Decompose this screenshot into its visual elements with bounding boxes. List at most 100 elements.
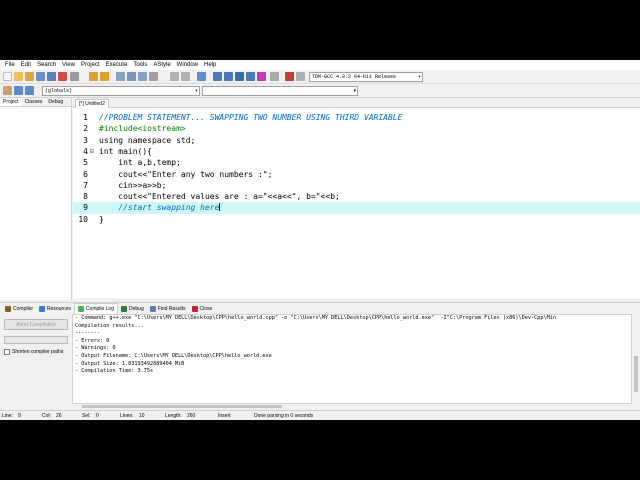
code-text: cout<<"Enter any two numbers :";: [99, 169, 273, 179]
log-line: - Output Filename: C:\Users\MY DELL\Desk…: [75, 352, 272, 359]
fold-toggle-icon[interactable]: ⊟: [90, 146, 94, 157]
menu-project[interactable]: Project: [78, 60, 103, 70]
code-line[interactable]: 4 ⊟ int main(){: [73, 146, 640, 157]
goto-icon[interactable]: [149, 72, 158, 81]
menu-search[interactable]: Search: [34, 60, 59, 70]
line-number: 3: [83, 135, 88, 145]
compile-progress-bar: [4, 336, 68, 344]
member-select[interactable]: ▾: [202, 86, 358, 96]
close-icon: [191, 305, 198, 312]
insert-icon[interactable]: [3, 86, 12, 95]
back-icon[interactable]: [170, 72, 179, 81]
menu-edit[interactable]: Edit: [18, 60, 34, 70]
save-all-icon[interactable]: [47, 72, 56, 81]
tab-resources[interactable]: Resources: [36, 303, 74, 314]
find-next-icon[interactable]: [138, 72, 147, 81]
debug-run-icon[interactable]: [296, 72, 305, 81]
run-icon[interactable]: [224, 72, 233, 81]
menu-tools[interactable]: Tools: [130, 60, 150, 70]
menu-bar: File Edit Search View Project Execute Tools ASt…: [0, 60, 640, 70]
profile-icon[interactable]: [285, 72, 294, 81]
open-folder-icon[interactable]: [14, 72, 23, 81]
save-icon[interactable]: [36, 72, 45, 81]
tab-label: Find Results: [157, 305, 186, 312]
redo-icon[interactable]: [100, 72, 109, 81]
log-line: Compilation results...: [75, 322, 144, 329]
compile-log-icon: [77, 306, 84, 312]
tab-classes[interactable]: Classes: [22, 98, 46, 106]
tab-find-results[interactable]: Find Results: [147, 303, 189, 314]
tab-debug[interactable]: Debug: [45, 98, 66, 106]
abort-compilation-button[interactable]: Abort Compilation: [4, 319, 68, 330]
code-text: //PROBLEM STATEMENT... SWAPPING TWO NUMB…: [99, 113, 403, 122]
bottom-panel-tabs: Compiler Resources Compile Log Debug Find Re…: [0, 302, 640, 314]
code-line[interactable]: 9 //start swapping here: [73, 202, 640, 214]
code-line[interactable]: 2 #include<iostream>: [73, 123, 640, 134]
tab-project[interactable]: Project: [0, 98, 22, 106]
log-horizontal-scrollbar[interactable]: [72, 404, 632, 409]
check-syntax-icon[interactable]: [257, 72, 266, 81]
menu-execute[interactable]: Execute: [103, 60, 131, 70]
close-file-icon[interactable]: [58, 72, 67, 81]
forward-icon[interactable]: [181, 72, 190, 81]
tab-close[interactable]: Close: [189, 303, 216, 314]
tab-label: Close: [199, 305, 213, 312]
log-vertical-scroll-thumb[interactable]: [634, 356, 638, 392]
text-cursor: [219, 203, 221, 212]
code-line[interactable]: 5 int a,b,temp;: [73, 157, 640, 168]
compile-log-output[interactable]: - Command: g++.exe "C:\Users\MY DELL\Des…: [72, 314, 632, 404]
log-horizontal-scroll-thumb[interactable]: [82, 405, 282, 408]
code-line[interactable]: 8 cout<<"Entered values are : a="<<a<<",…: [73, 191, 640, 202]
line-number: 4: [83, 146, 88, 156]
menu-file[interactable]: File: [2, 60, 18, 70]
class-browser-select[interactable]: (globals) ▾: [42, 86, 200, 96]
compile-icon[interactable]: [213, 72, 222, 81]
editor-tab-untitled2[interactable]: [*] Untitled2: [75, 99, 109, 108]
code-editor[interactable]: 1 //PROBLEM STATEMENT... SWAPPING TWO NUM…: [73, 108, 640, 298]
tab-compiler[interactable]: Compiler: [2, 303, 36, 314]
line-number: 5: [83, 158, 88, 168]
code-line[interactable]: 6 cout<<"Enter any two numbers :";: [73, 169, 640, 180]
print-icon[interactable]: [70, 72, 79, 81]
stop-icon[interactable]: [270, 72, 279, 81]
tab-label: Debug: [129, 305, 144, 312]
status-line-label: Line:: [2, 413, 13, 419]
compiler-select[interactable]: TDM-GCC 4.9.2 64-bit Release ▾: [309, 72, 423, 82]
secondary-toolbar: (globals) ▾ ▾: [0, 84, 640, 98]
log-line: - Errors: 0: [75, 337, 110, 344]
menu-astyle[interactable]: AStyle: [150, 60, 173, 70]
code-line[interactable]: 1 //PROBLEM STATEMENT... SWAPPING TWO NUM…: [73, 112, 640, 123]
shorten-paths-option[interactable]: Shorten compiler paths: [4, 349, 63, 355]
compile-run-icon[interactable]: [235, 72, 244, 81]
log-vertical-scrollbar[interactable]: [632, 314, 640, 404]
status-bar: Line: 9 Col: 26 Sel: 0 Lines: 10 Length:…: [0, 410, 640, 420]
status-mode: Insert: [218, 413, 231, 419]
open-project-icon[interactable]: [25, 72, 34, 81]
undo-icon[interactable]: [89, 72, 98, 81]
new-file-icon[interactable]: [3, 72, 12, 81]
menu-window[interactable]: Window: [174, 60, 201, 70]
code-text: using namespace std;: [99, 135, 196, 145]
rebuild-icon[interactable]: [246, 72, 255, 81]
project-browser-tabs: Project Classes Debug: [0, 98, 71, 107]
code-text: cin>>a>>b;: [99, 180, 167, 190]
status-col-value: 26: [56, 413, 62, 419]
code-line[interactable]: 10}: [73, 214, 640, 225]
menu-help[interactable]: Help: [201, 60, 219, 70]
replace-icon[interactable]: [127, 72, 136, 81]
shorten-paths-checkbox[interactable]: [4, 349, 10, 355]
tab-compile-log[interactable]: Compile Log: [73, 303, 118, 314]
find-icon[interactable]: [116, 72, 125, 81]
goto-bookmark-icon[interactable]: [25, 86, 34, 95]
main-toolbar: TDM-GCC 4.9.2 64-bit Release ▾: [0, 70, 640, 84]
code-line[interactable]: 3 using namespace std;: [73, 135, 640, 146]
toggle-bookmark-icon[interactable]: [14, 86, 23, 95]
code-line[interactable]: 7 cin>>a>>b;: [73, 180, 640, 191]
project-new-icon[interactable]: [197, 72, 206, 81]
status-lines-value: 10: [139, 413, 145, 419]
log-line: --------: [75, 330, 100, 337]
tab-debug[interactable]: Debug: [118, 303, 147, 314]
log-line: - Command: g++.exe "C:\Users\MY DELL\Des…: [75, 315, 556, 321]
menu-view[interactable]: View: [59, 60, 78, 70]
shorten-paths-label: Shorten compiler paths: [12, 349, 64, 355]
